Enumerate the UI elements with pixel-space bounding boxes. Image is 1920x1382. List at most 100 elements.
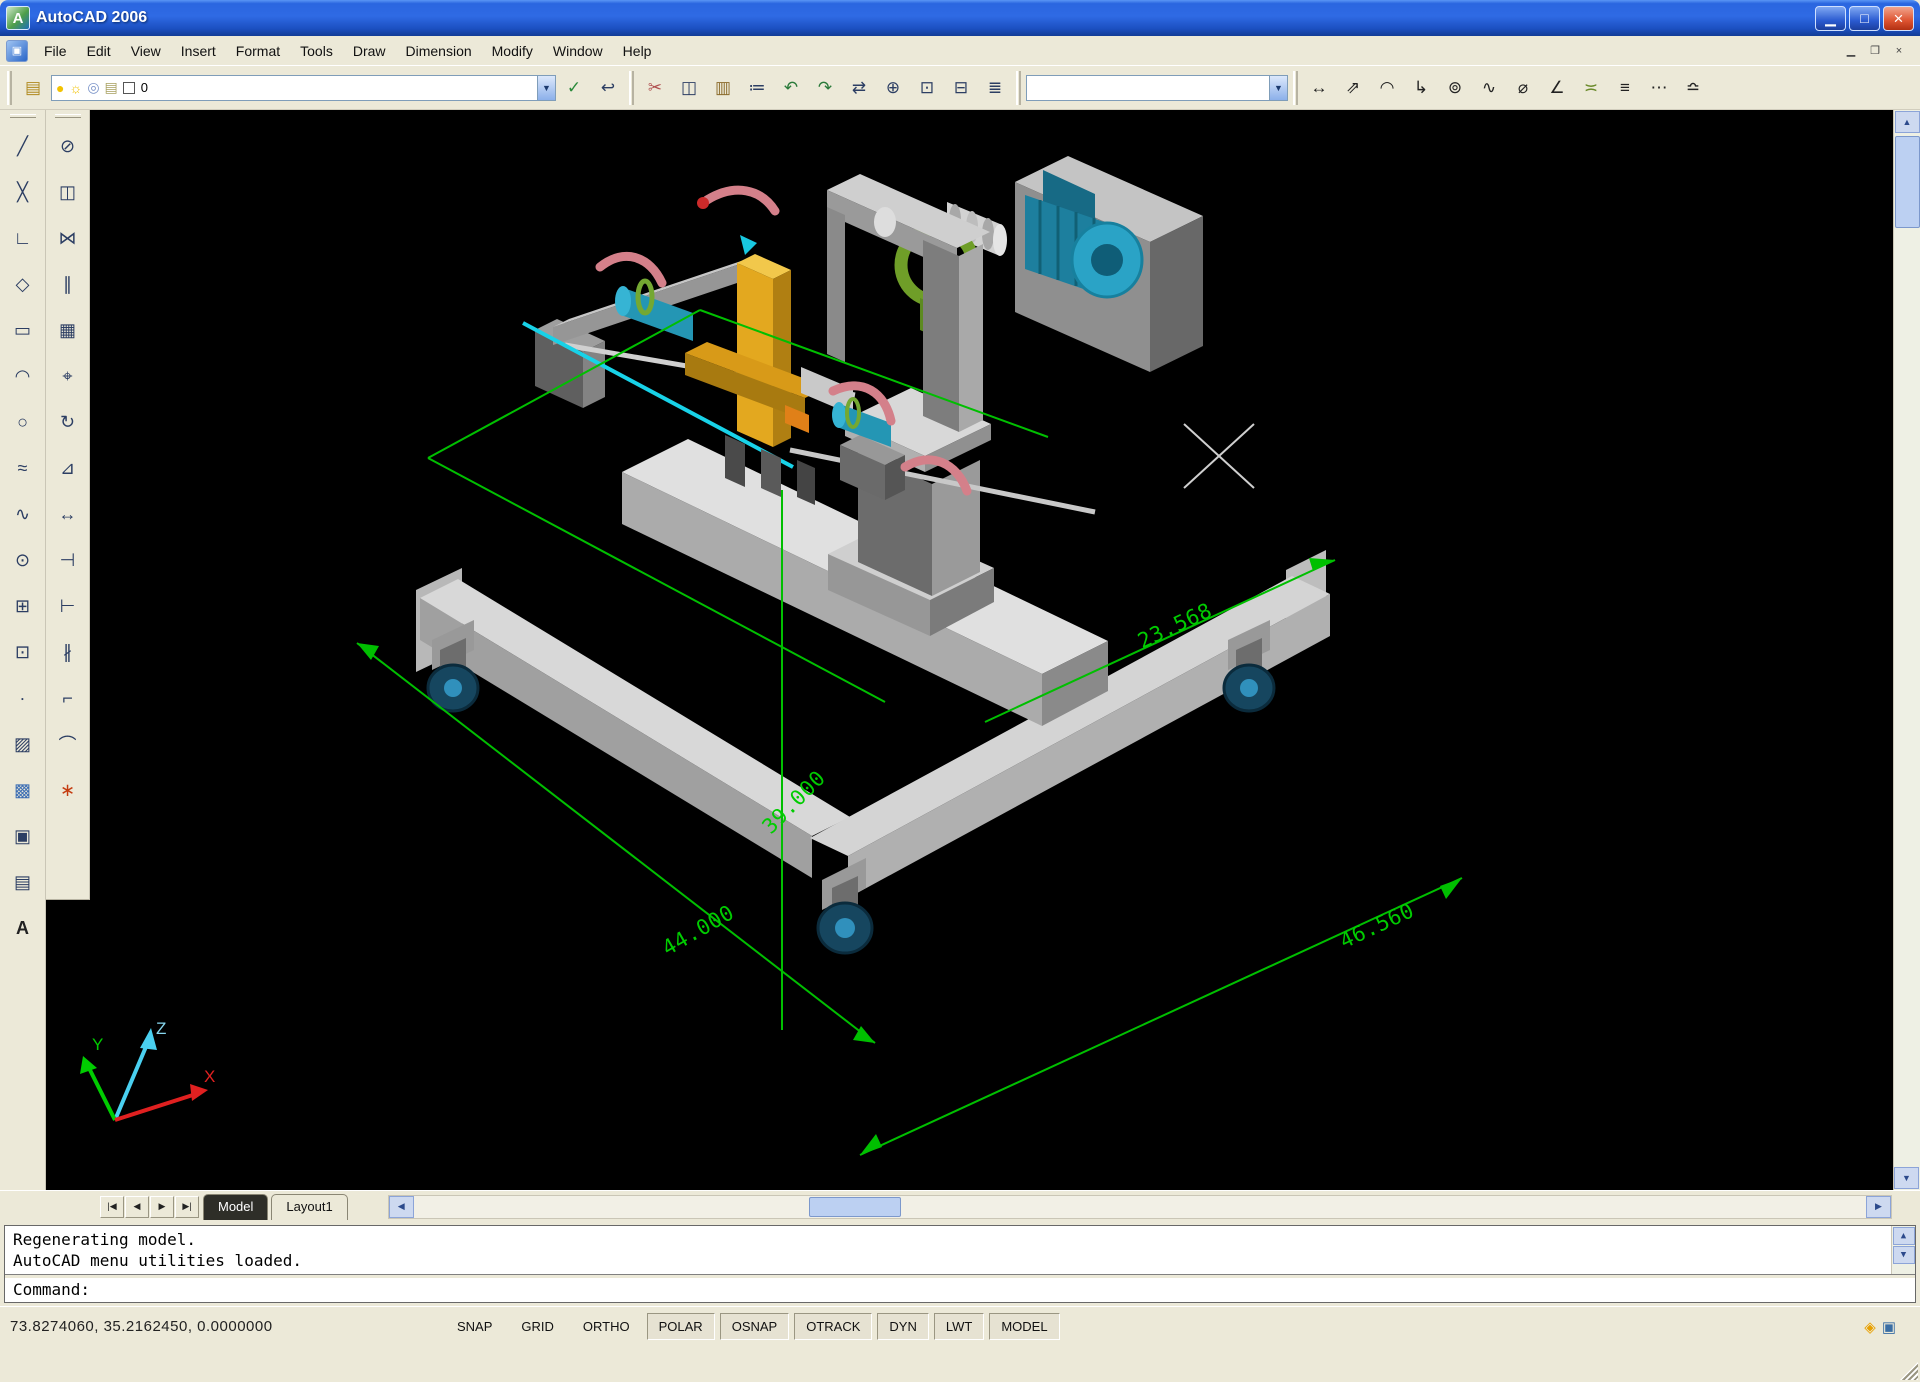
- dim-continue-icon[interactable]: ⋯: [1643, 72, 1675, 104]
- vertical-scrollbar[interactable]: ▲ ▼: [1893, 110, 1920, 1190]
- move-tool-icon[interactable]: ⌖: [50, 353, 86, 399]
- menu-modify[interactable]: Modify: [482, 39, 543, 63]
- tab-model[interactable]: Model: [203, 1194, 268, 1220]
- menu-file[interactable]: File: [34, 39, 77, 63]
- tab-first-button[interactable]: |◀: [100, 1196, 124, 1218]
- mtext-tool-icon[interactable]: A: [5, 905, 41, 951]
- toolbar-grip[interactable]: [629, 71, 634, 105]
- toggle-osnap[interactable]: OSNAP: [720, 1313, 790, 1340]
- scroll-left-icon[interactable]: ◀: [389, 1196, 414, 1218]
- close-button[interactable]: ×: [1883, 6, 1914, 31]
- polyline-tool-icon[interactable]: ∟: [5, 215, 41, 261]
- array-tool-icon[interactable]: ▦: [50, 307, 86, 353]
- construction-line-tool-icon[interactable]: ╳: [5, 169, 41, 215]
- dim-style-dropdown[interactable]: ▼: [1026, 75, 1288, 101]
- line-tool-icon[interactable]: ╱: [5, 123, 41, 169]
- make-block-tool-icon[interactable]: ⊡: [5, 629, 41, 675]
- communication-center-icon[interactable]: ◈: [1864, 1318, 1876, 1336]
- minimize-button[interactable]: ▁: [1815, 6, 1846, 31]
- zoom-realtime-icon[interactable]: ⊕: [877, 72, 909, 104]
- paste-icon[interactable]: ▥: [707, 72, 739, 104]
- trim-tool-icon[interactable]: ⊣: [50, 537, 86, 583]
- rotate-tool-icon[interactable]: ↻: [50, 399, 86, 445]
- insert-block-tool-icon[interactable]: ⊞: [5, 583, 41, 629]
- copy-clip-icon[interactable]: ◫: [673, 72, 705, 104]
- mdi-restore-button[interactable]: ❐: [1864, 41, 1886, 61]
- horizontal-scrollbar[interactable]: ◀ ▶: [388, 1195, 1892, 1219]
- region-tool-icon[interactable]: ▣: [5, 813, 41, 859]
- revision-cloud-tool-icon[interactable]: ≈: [5, 445, 41, 491]
- toggle-model[interactable]: MODEL: [989, 1313, 1059, 1340]
- break-tool-icon[interactable]: ∦: [50, 629, 86, 675]
- zoom-window-icon[interactable]: ⊡: [911, 72, 943, 104]
- layer-dropdown[interactable]: ● ☼ ◎ ▤ 0 ▼: [51, 75, 556, 101]
- stretch-tool-icon[interactable]: ↔: [50, 491, 86, 537]
- spline-tool-icon[interactable]: ∿: [5, 491, 41, 537]
- mirror-tool-icon[interactable]: ⋈: [50, 215, 86, 261]
- polygon-tool-icon[interactable]: ◇: [5, 261, 41, 307]
- command-prompt-input[interactable]: Command:: [5, 1279, 1915, 1302]
- layer-dropdown-arrow-icon[interactable]: ▼: [537, 76, 555, 100]
- dim-diameter-icon[interactable]: ⌀: [1507, 72, 1539, 104]
- undo-icon[interactable]: ↶: [775, 72, 807, 104]
- scroll-right-icon[interactable]: ▶: [1866, 1196, 1891, 1218]
- arc-tool-icon[interactable]: ◠: [5, 353, 41, 399]
- tab-layout1[interactable]: Layout1: [271, 1194, 347, 1220]
- redo-icon[interactable]: ↷: [809, 72, 841, 104]
- match-properties-icon[interactable]: ≔: [741, 72, 773, 104]
- layer-plot-icon[interactable]: ▤: [105, 79, 118, 96]
- toggle-grid[interactable]: GRID: [509, 1313, 566, 1340]
- horizontal-scroll-thumb[interactable]: [809, 1197, 901, 1217]
- offset-tool-icon[interactable]: ∥: [50, 261, 86, 307]
- scroll-up-icon[interactable]: ▲: [1893, 1227, 1915, 1245]
- menu-insert[interactable]: Insert: [171, 39, 226, 63]
- circle-tool-icon[interactable]: ○: [5, 399, 41, 445]
- dim-jogged-icon[interactable]: ∿: [1473, 72, 1505, 104]
- dim-angular-icon[interactable]: ∠: [1541, 72, 1573, 104]
- tab-previous-button[interactable]: ◀: [125, 1196, 149, 1218]
- dim-arc-length-icon[interactable]: ◠: [1371, 72, 1403, 104]
- drawing-canvas[interactable]: 44.000 39.000 46.560 23.568 Y Z X: [46, 110, 1893, 1190]
- point-tool-icon[interactable]: ∙: [5, 675, 41, 721]
- dim-linear-icon[interactable]: ↔: [1303, 72, 1335, 104]
- menu-window[interactable]: Window: [543, 39, 613, 63]
- scroll-down-icon[interactable]: ▼: [1893, 1246, 1915, 1264]
- command-scrollbar[interactable]: ▲ ▼: [1891, 1226, 1915, 1274]
- table-tool-icon[interactable]: ▤: [5, 859, 41, 905]
- dim-edit-icon[interactable]: ≏: [1677, 72, 1709, 104]
- menu-format[interactable]: Format: [226, 39, 290, 63]
- toolbar-grip[interactable]: [1016, 71, 1021, 105]
- toggle-lwt[interactable]: LWT: [934, 1313, 984, 1340]
- toolbar-grip[interactable]: [7, 71, 12, 105]
- maximize-button[interactable]: □: [1849, 6, 1880, 31]
- toolbar-grip[interactable]: [10, 114, 36, 118]
- toggle-dyn[interactable]: DYN: [877, 1313, 928, 1340]
- layer-previous-icon[interactable]: ↩: [592, 72, 624, 104]
- properties-palette-icon[interactable]: ≣: [979, 72, 1011, 104]
- vertical-scroll-thumb[interactable]: [1895, 136, 1920, 228]
- dim-ordinate-icon[interactable]: ↳: [1405, 72, 1437, 104]
- dim-aligned-icon[interactable]: ⇗: [1337, 72, 1369, 104]
- toggle-polar[interactable]: POLAR: [647, 1313, 715, 1340]
- menu-dimension[interactable]: Dimension: [396, 39, 482, 63]
- layer-freeze-sun-icon[interactable]: ☼: [69, 80, 82, 96]
- copy-tool-icon[interactable]: ◫: [50, 169, 86, 215]
- menu-help[interactable]: Help: [613, 39, 662, 63]
- layer-on-bulb-icon[interactable]: ●: [56, 80, 64, 96]
- layer-lock-icon[interactable]: ◎: [87, 79, 99, 96]
- dim-radius-icon[interactable]: ⊚: [1439, 72, 1471, 104]
- tab-next-button[interactable]: ▶: [150, 1196, 174, 1218]
- scroll-down-icon[interactable]: ▼: [1894, 1167, 1919, 1189]
- scale-tool-icon[interactable]: ⊿: [50, 445, 86, 491]
- toolbar-grip[interactable]: [55, 114, 81, 118]
- status-tray-icon[interactable]: ▣: [1882, 1318, 1896, 1336]
- pan-realtime-icon[interactable]: ⇄: [843, 72, 875, 104]
- coordinate-readout[interactable]: 73.8274060, 35.2162450, 0.0000000: [10, 1318, 440, 1335]
- dim-baseline-icon[interactable]: ≡: [1609, 72, 1641, 104]
- tab-last-button[interactable]: ▶|: [175, 1196, 199, 1218]
- toolbar-grip[interactable]: [1293, 71, 1298, 105]
- chamfer-tool-icon[interactable]: ⌐: [50, 675, 86, 721]
- mdi-close-button[interactable]: ×: [1888, 41, 1910, 61]
- menu-draw[interactable]: Draw: [343, 39, 396, 63]
- toggle-snap[interactable]: SNAP: [445, 1313, 504, 1340]
